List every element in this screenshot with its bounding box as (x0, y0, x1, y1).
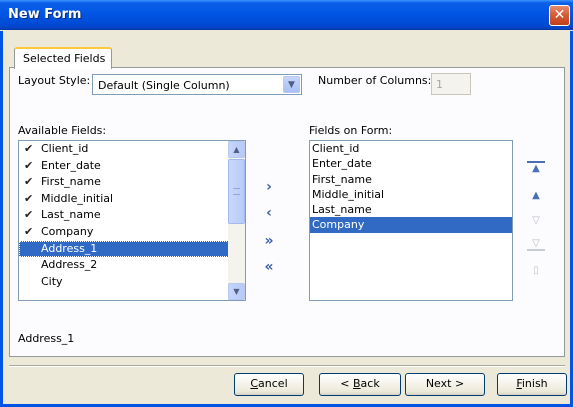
fields-on-form-list[interactable]: Client_id Enter_date First_name Middle_init… (309, 140, 513, 301)
list-item[interactable]: ✔ Client_id (19, 141, 245, 158)
check-icon: ✔ (24, 175, 34, 189)
close-icon: ✕ (553, 7, 566, 23)
list-item-label: Enter_date (41, 158, 101, 172)
window-title: New Form (8, 7, 82, 22)
list-item[interactable]: First_name (310, 172, 512, 187)
tab-selected-fields[interactable]: Selected Fields (14, 47, 112, 69)
cancel-button[interactable]: Cancel (234, 373, 304, 396)
check-icon: ✔ (24, 158, 34, 172)
list-item[interactable]: ✔ Middle_initial (19, 191, 245, 208)
list-item-label: Address_2 (41, 258, 98, 272)
delete-icon: ▯ (533, 265, 539, 276)
list-item[interactable]: Company (310, 217, 512, 233)
list-item-label: Client_id (41, 142, 89, 155)
layout-style-select[interactable]: Default (Single Column) ▼ (92, 74, 302, 95)
list-item-label: Last_name (41, 208, 101, 222)
title-bar[interactable]: New Form ✕ (0, 0, 573, 30)
list-item[interactable]: ✔ First_name (19, 174, 245, 191)
check-icon: ✔ (24, 208, 34, 222)
list-item-label: City (41, 274, 63, 288)
number-of-columns-field: 1 (431, 73, 471, 95)
list-item-label: Address_1 (41, 241, 98, 255)
list-item-label: Last_name (312, 203, 372, 217)
list-item[interactable]: Client_id (310, 141, 512, 156)
move-top-icon: ▲ (532, 163, 540, 174)
remove-field-button[interactable]: ‹ (259, 205, 279, 221)
scroll-up-icon[interactable]: ▲ (228, 141, 245, 158)
list-item-label: First_name (41, 175, 101, 189)
delete-field-button[interactable]: ▯ (527, 265, 545, 276)
move-up-icon: ▲ (532, 190, 540, 201)
list-item[interactable]: Last_name (310, 202, 512, 217)
move-bottom-icon: ▽ (532, 238, 540, 249)
list-item[interactable]: Address_1 (19, 240, 245, 258)
available-fields-label: Available Fields: (18, 124, 107, 137)
list-item[interactable]: City (19, 274, 245, 291)
list-item[interactable]: Enter_date (310, 156, 512, 171)
scrollbar-thumb[interactable] (228, 159, 245, 224)
available-fields-scrollbar[interactable]: ▲ ▼ (228, 141, 245, 300)
check-icon: ✔ (24, 142, 34, 155)
list-item[interactable]: ✔ Last_name (19, 207, 245, 224)
list-item-label: Enter_date (312, 157, 372, 171)
scroll-down-icon[interactable]: ▼ (228, 283, 245, 300)
next-button[interactable]: Next > (405, 373, 485, 396)
number-of-columns-value: 1 (436, 78, 443, 91)
double-chevron-right-icon: » (264, 233, 274, 249)
list-item[interactable]: Middle_initial (310, 187, 512, 202)
fields-on-form-label: Fields on Form: (309, 124, 393, 137)
layout-style-value: Default (Single Column) (98, 79, 230, 92)
add-field-button[interactable]: › (259, 179, 279, 195)
number-of-columns-label: Number of Columns: (318, 74, 432, 87)
chevron-right-icon: › (266, 179, 272, 195)
available-fields-list[interactable]: ✔ Client_id ✔ Enter_date ✔ First_name ✔ Middle_… (18, 140, 246, 301)
add-all-fields-button[interactable]: » (259, 233, 279, 249)
list-item-label: Client_id (312, 142, 360, 155)
list-item-label: Company (312, 218, 365, 232)
list-item[interactable]: ✔ Company (19, 224, 245, 241)
layout-style-label: Layout Style: (18, 74, 91, 87)
check-icon: ✔ (24, 224, 34, 238)
chevron-left-icon: ‹ (266, 205, 272, 221)
remove-all-fields-button[interactable]: « (259, 259, 279, 275)
close-button[interactable]: ✕ (549, 5, 570, 26)
tab-label: Selected Fields (23, 52, 106, 65)
footer-divider (9, 365, 565, 367)
move-down-icon: ▽ (532, 215, 540, 226)
move-to-top-button[interactable]: ▲ (527, 161, 545, 175)
move-to-bottom-button[interactable]: ▽ (527, 238, 545, 251)
move-down-button[interactable]: ▽ (527, 215, 545, 226)
list-item-label: Middle_initial (312, 187, 385, 201)
list-item-label: First_name (312, 172, 372, 186)
chevron-down-icon[interactable]: ▼ (283, 76, 300, 93)
back-button[interactable]: < Back (319, 373, 401, 396)
check-icon: ✔ (24, 191, 34, 205)
selected-field-description: Address_1 (18, 332, 75, 345)
list-item-label: Company (41, 224, 94, 238)
finish-button[interactable]: Finish (497, 373, 567, 396)
move-up-button[interactable]: ▲ (527, 190, 545, 201)
list-item-label: Middle_initial (41, 191, 114, 205)
list-item[interactable]: Address_2 (19, 257, 245, 274)
double-chevron-left-icon: « (264, 259, 274, 275)
list-item[interactable]: ✔ Enter_date (19, 158, 245, 175)
